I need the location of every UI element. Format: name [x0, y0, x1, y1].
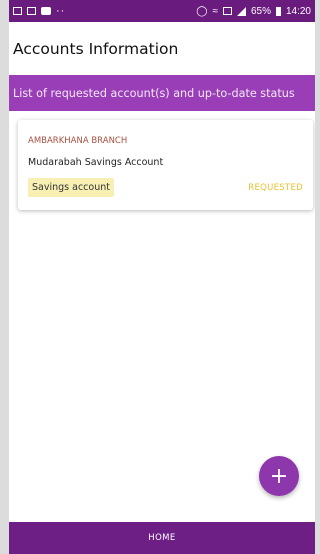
status-bar: ·· ◯ ≈ 65% 14:20 [9, 0, 315, 22]
account-card[interactable]: AMBARKHANA BRANCH Mudarabah Savings Acco… [18, 120, 313, 210]
battery-icon [275, 6, 281, 16]
branch-name: AMBARKHANA BRANCH [28, 136, 128, 146]
status-left: ·· [13, 5, 66, 17]
wifi-icon: ≈ [212, 5, 218, 17]
image-icon [27, 7, 36, 15]
message-icon [41, 7, 51, 15]
account-name: Mudarabah Savings Account [28, 157, 164, 168]
signal-icon [236, 6, 246, 16]
alarm-icon: ◯ [196, 5, 208, 17]
more-notifications-icon: ·· [56, 5, 66, 17]
status-time: 14:20 [285, 5, 311, 17]
banner-text: List of requested account(s) and up-to-d… [13, 86, 295, 100]
data-icon [222, 7, 232, 15]
status-badge: REQUESTED [248, 183, 303, 193]
status-right: ◯ ≈ 65% 14:20 [196, 6, 311, 17]
plus-icon: + [269, 463, 289, 489]
nav-home[interactable]: HOME [148, 533, 175, 543]
page-title: Accounts Information [13, 39, 179, 58]
battery-percent: 65% [250, 5, 271, 17]
info-banner: List of requested account(s) and up-to-d… [9, 75, 315, 111]
add-account-button[interactable]: + [259, 456, 299, 496]
bottom-nav: HOME [9, 522, 315, 554]
account-type-label: Savings account [32, 182, 110, 193]
app-screen: ·· ◯ ≈ 65% 14:20 Accounts Information Li… [9, 0, 315, 554]
account-type-badge: Savings account [28, 178, 114, 197]
gallery-icon [13, 7, 22, 15]
app-bar: Accounts Information [9, 22, 315, 75]
